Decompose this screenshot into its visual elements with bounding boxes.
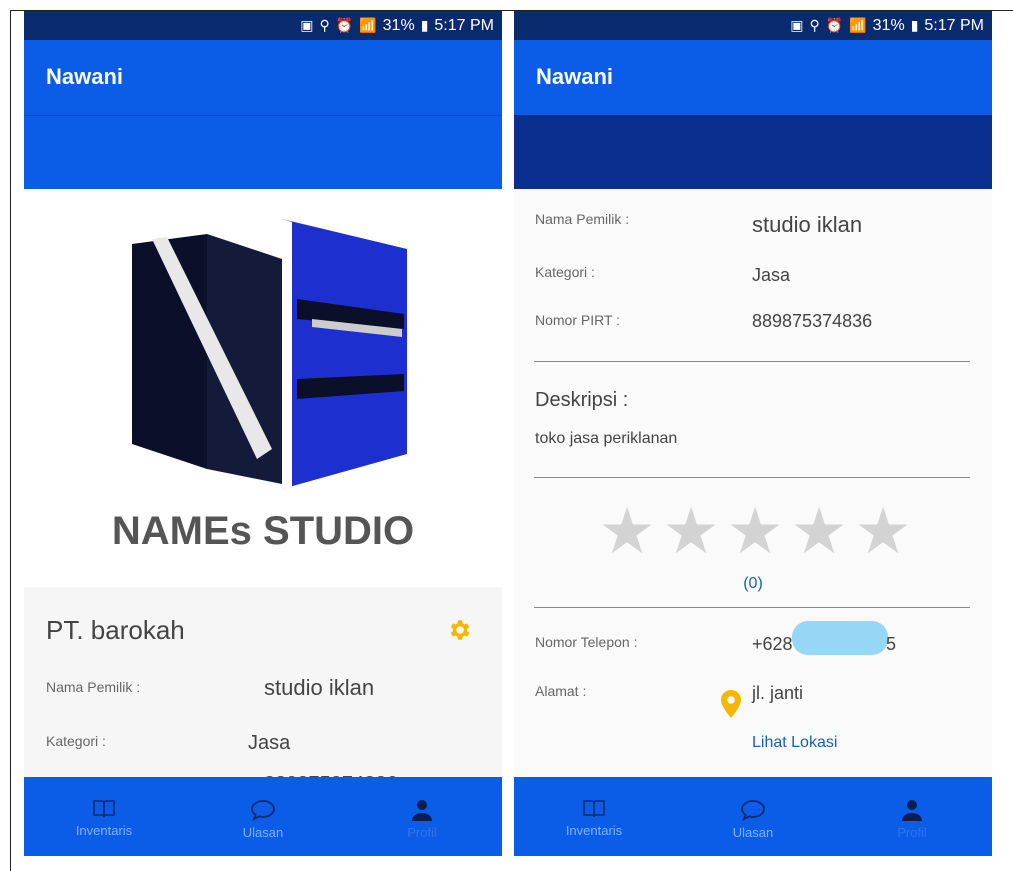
- divider: [534, 607, 970, 608]
- cast-icon: ▣: [790, 17, 804, 33]
- nav-profil[interactable]: Profil: [832, 777, 992, 856]
- chat-bubble-icon: [741, 800, 765, 821]
- shop-name: PT. barokah: [46, 615, 185, 645]
- view-location-link[interactable]: Lihat Lokasi: [752, 734, 837, 752]
- nav-profil-label: Profil: [407, 825, 437, 840]
- phone-screen-left: ▣ ⚲ ⏰ 📶 31% ▮ 5:17 PM Nawani NAMEs STUDI…: [24, 11, 502, 856]
- app-title: Nawani: [46, 64, 124, 89]
- screenshot-frame: ▣ ⚲ ⏰ 📶 31% ▮ 5:17 PM Nawani NAMEs STUDI…: [0, 0, 1013, 871]
- app-title: Nawani: [536, 64, 614, 89]
- bottom-navigation: Inventaris Ulasan Profil: [514, 777, 992, 856]
- rating-count: (0): [743, 575, 763, 592]
- phone-suffix: 5: [886, 634, 897, 654]
- nav-profil-label: Profil: [897, 825, 927, 840]
- status-time: 5:17 PM: [924, 16, 984, 34]
- rating-stars[interactable]: ★ ★ ★ ★ ★: [596, 499, 914, 563]
- star-icon[interactable]: ★: [788, 499, 850, 563]
- address-value: jl. janti: [752, 683, 804, 703]
- star-icon[interactable]: ★: [852, 499, 914, 563]
- divider: [534, 477, 970, 478]
- owner-value: studio iklan: [752, 212, 863, 237]
- app-bar: Nawani: [24, 40, 502, 115]
- book-icon: [93, 800, 115, 818]
- status-bar: ▣ ⚲ ⏰ 📶 31% ▮ 5:17 PM: [24, 11, 502, 40]
- frame-border-left: [10, 10, 11, 871]
- status-bar: ▣ ⚲ ⏰ 📶 31% ▮ 5:17 PM: [514, 11, 992, 40]
- gear-icon[interactable]: [446, 617, 472, 643]
- category-label: Kategori :: [535, 264, 595, 280]
- logo-text: NAMEs STUDIO: [111, 509, 415, 553]
- status-time: 5:17 PM: [434, 16, 494, 34]
- battery-percent: 31%: [382, 16, 415, 34]
- book-icon: [583, 800, 605, 818]
- location-icon: ⚲: [809, 17, 820, 33]
- address-label: Alamat :: [535, 683, 587, 699]
- category-value: Jasa: [248, 732, 291, 754]
- app-bar: Nawani: [514, 40, 992, 115]
- owner-value: studio iklan: [264, 675, 375, 700]
- nav-inventaris[interactable]: Inventaris: [514, 777, 674, 856]
- owner-label: Nama Pemilik :: [46, 679, 141, 695]
- signal-icon: 📶: [359, 17, 377, 33]
- star-icon[interactable]: ★: [724, 499, 786, 563]
- nav-inventaris-label: Inventaris: [565, 823, 623, 838]
- chat-bubble-icon: [251, 800, 275, 821]
- nav-ulasan-label: Ulasan: [732, 825, 774, 840]
- names-studio-logo: [132, 219, 407, 489]
- category-label: Kategori :: [46, 733, 106, 749]
- shop-logo-area: NAMEs STUDIO: [24, 189, 502, 587]
- nav-ulasan-label: Ulasan: [242, 825, 284, 840]
- redacted-phone-mask: [792, 621, 888, 655]
- battery-icon: ▮: [910, 17, 919, 33]
- battery-icon: ▮: [420, 17, 429, 33]
- category-value: Jasa: [752, 265, 791, 285]
- location-icon: ⚲: [319, 17, 330, 33]
- description-label: Deskripsi :: [535, 389, 629, 411]
- person-icon: [902, 800, 922, 821]
- person-icon: [412, 800, 432, 821]
- map-pin-icon: [721, 690, 741, 718]
- star-icon[interactable]: ★: [660, 499, 722, 563]
- nav-inventaris[interactable]: Inventaris: [24, 777, 184, 856]
- bottom-navigation: Inventaris Ulasan Profil: [24, 777, 502, 856]
- header-banner: [514, 115, 992, 189]
- phone-screen-right: ▣ ⚲ ⏰ 📶 31% ▮ 5:17 PM Nawani Nama Pemili…: [514, 11, 992, 856]
- pirt-label: Nomor PIRT :: [535, 312, 621, 328]
- alarm-icon: ⏰: [825, 17, 844, 33]
- star-icon[interactable]: ★: [596, 499, 658, 563]
- phone-label: Nomor Telepon :: [535, 634, 638, 650]
- phone-prefix: +628: [752, 634, 793, 654]
- alarm-icon: ⏰: [335, 17, 354, 33]
- pirt-value: 889875374836: [752, 311, 873, 331]
- description-value: toko jasa periklanan: [535, 430, 678, 447]
- nav-profil[interactable]: Profil: [342, 777, 502, 856]
- cast-icon: ▣: [300, 17, 314, 33]
- signal-icon: 📶: [849, 17, 867, 33]
- battery-percent: 31%: [872, 16, 905, 34]
- nav-ulasan[interactable]: Ulasan: [673, 777, 833, 856]
- header-banner: [24, 115, 502, 189]
- divider: [534, 361, 970, 362]
- nav-inventaris-label: Inventaris: [75, 823, 133, 838]
- shop-detail-content[interactable]: Nama Pemilik : studio iklan Kategori : J…: [514, 189, 992, 777]
- shop-info-card: PT. barokah Nama Pemilik : studio iklan …: [24, 587, 502, 795]
- owner-label: Nama Pemilik :: [535, 211, 630, 227]
- nav-ulasan[interactable]: Ulasan: [183, 777, 343, 856]
